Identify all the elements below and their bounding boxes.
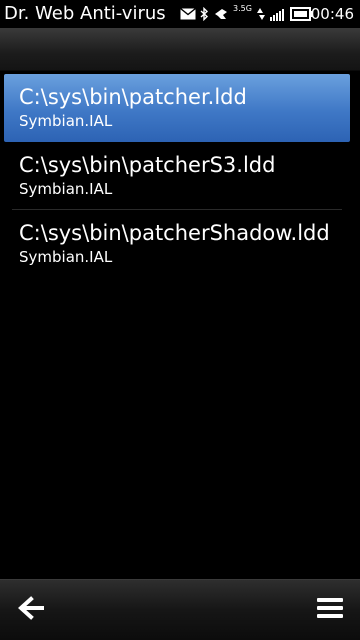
screen: Dr. Web Anti-virus 3.5G 00:46 C:\sys\bin… <box>0 0 360 640</box>
signal-icon <box>269 7 286 21</box>
bluetooth-icon <box>200 7 209 21</box>
network-label: 3.5G <box>233 4 252 13</box>
mail-icon <box>180 8 196 20</box>
list-item[interactable]: C:\sys\bin\patcherShadow.ldd Symbian.IAL <box>4 210 350 278</box>
status-icons: 3.5G <box>180 4 314 24</box>
list-item[interactable]: C:\sys\bin\patcherS3.ldd Symbian.IAL <box>4 142 350 210</box>
title-band <box>0 28 360 71</box>
network-icon <box>256 7 266 21</box>
back-button[interactable] <box>12 594 52 626</box>
clock: 00:46 <box>310 5 354 23</box>
status-bar: Dr. Web Anti-virus 3.5G 00:46 <box>0 0 360 28</box>
file-path: C:\sys\bin\patcherShadow.ldd <box>19 221 330 245</box>
threat-list: C:\sys\bin\patcher.ldd Symbian.IAL C:\sy… <box>4 74 350 278</box>
threat-name: Symbian.IAL <box>19 180 113 198</box>
threat-name: Symbian.IAL <box>19 248 113 266</box>
usb-icon <box>213 7 229 21</box>
menu-icon <box>317 597 343 623</box>
bottom-toolbar <box>0 579 360 640</box>
file-path: C:\sys\bin\patcher.ldd <box>19 85 247 109</box>
back-arrow-icon <box>18 596 46 624</box>
threat-name: Symbian.IAL <box>19 112 113 130</box>
file-path: C:\sys\bin\patcherS3.ldd <box>19 153 276 177</box>
menu-button[interactable] <box>310 594 350 626</box>
app-title: Dr. Web Anti-virus <box>4 3 166 24</box>
list-item[interactable]: C:\sys\bin\patcher.ldd Symbian.IAL <box>4 74 350 142</box>
